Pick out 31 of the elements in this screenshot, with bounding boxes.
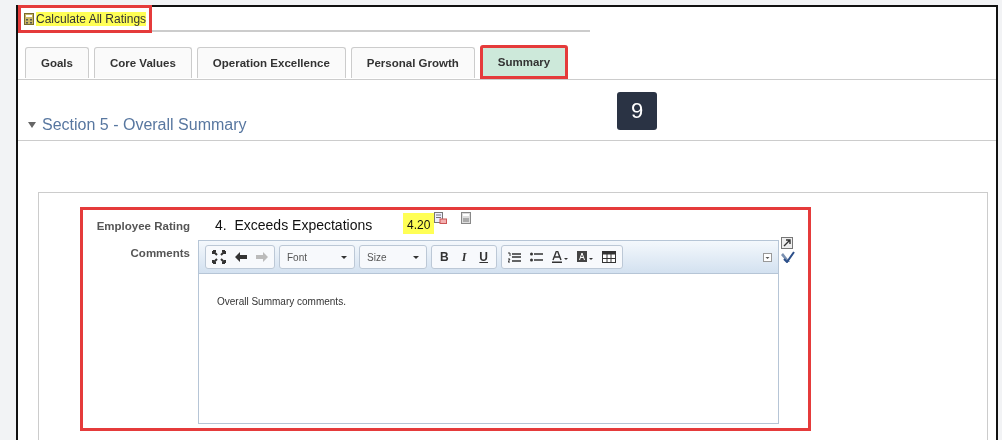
calculator-icon: [24, 13, 34, 25]
step-badge: 9: [617, 92, 657, 130]
spell-check-icon[interactable]: [781, 251, 795, 263]
calculate-all-ratings-button[interactable]: Calculate All Ratings: [18, 5, 153, 33]
tab[interactable]: Summary: [479, 45, 569, 79]
tab[interactable]: Personal Growth: [350, 47, 475, 78]
section-header[interactable]: Section 5 - Overall Summary: [28, 116, 247, 134]
field-label: Employee Rating: [95, 220, 190, 234]
font-dropdown[interactable]: Font: [279, 245, 355, 269]
rating-value: 4. Exceeds Expectations: [215, 217, 374, 234]
maximize-icon[interactable]: [212, 250, 226, 264]
tab[interactable]: Operation Excellence: [196, 47, 346, 78]
collapse-toolbar-icon[interactable]: [763, 252, 772, 262]
background-color-icon[interactable]: [577, 251, 593, 263]
rating-score: 4.20: [403, 213, 435, 234]
calculator-icon[interactable]: [461, 212, 472, 224]
undo-icon[interactable]: [235, 252, 247, 262]
numbered-list-icon[interactable]: [508, 251, 521, 263]
field-label: Comments: [129, 246, 190, 261]
rating-details-icon[interactable]: [434, 212, 448, 224]
italic-button[interactable]: I: [459, 249, 469, 265]
expand-editor-icon[interactable]: [781, 237, 793, 249]
text-color-icon[interactable]: [552, 251, 568, 263]
editor-text: Overall Summary comments.: [216, 295, 347, 309]
tab[interactable]: Goals: [25, 47, 89, 78]
table-icon[interactable]: [602, 251, 616, 263]
size-dropdown[interactable]: Size: [359, 245, 427, 269]
bold-button[interactable]: B: [438, 250, 451, 264]
tab[interactable]: Core Values: [93, 47, 192, 78]
underline-button[interactable]: U: [477, 250, 490, 264]
bulleted-list-icon[interactable]: [530, 251, 543, 263]
